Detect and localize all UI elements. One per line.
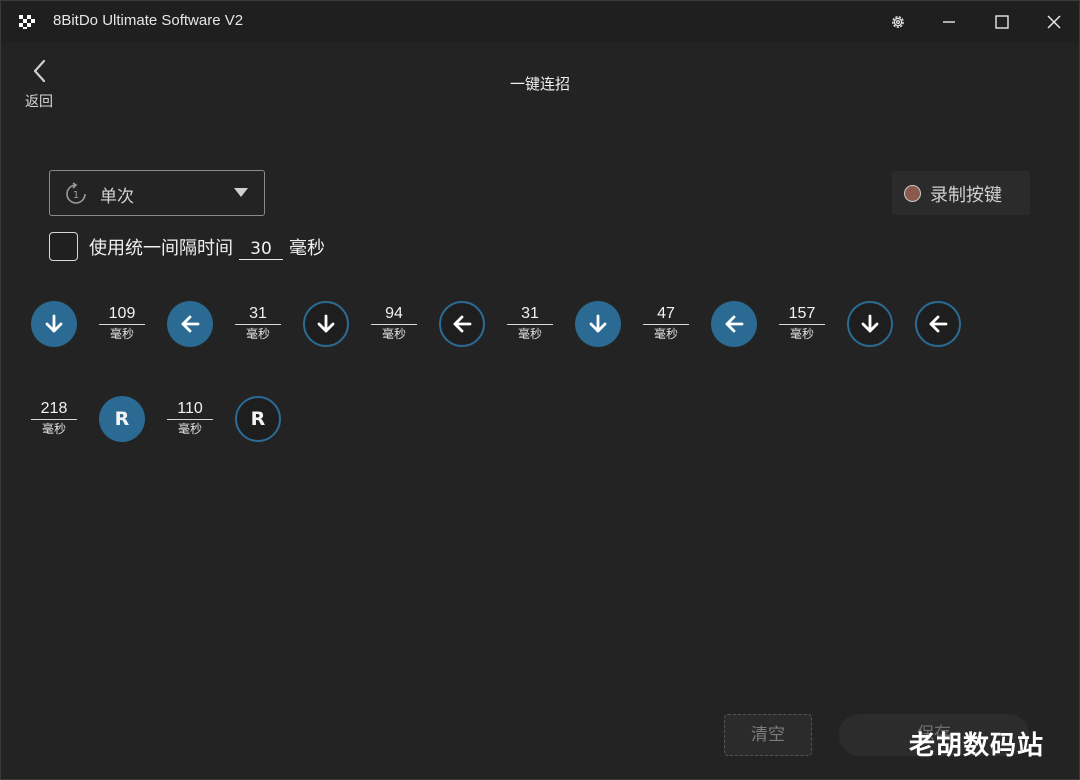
- svg-text:1: 1: [73, 190, 79, 201]
- arrow-left-icon: [167, 301, 213, 347]
- mode-dropdown[interactable]: 1 单次: [49, 170, 265, 216]
- record-label: 录制按键: [930, 185, 1002, 206]
- app-title: 8BitDo Ultimate Software V2: [53, 12, 244, 29]
- arrow-down-icon: [303, 301, 349, 347]
- delay-ms-unit: 毫秒: [245, 327, 270, 341]
- delay-ms-number: 47: [643, 305, 689, 325]
- delay-ms-unit: 毫秒: [517, 327, 542, 341]
- combo-step-delay[interactable]: 218 毫秒: [31, 400, 77, 437]
- settings-button[interactable]: [875, 7, 921, 37]
- delay-value: 47 毫秒: [643, 305, 689, 342]
- delay-ms-number: 31: [507, 305, 553, 325]
- combo-step-delay[interactable]: 47 毫秒: [643, 305, 689, 342]
- maximize-icon: [995, 15, 1009, 29]
- delay-ms-number: 157: [779, 305, 825, 325]
- button-letter: R: [250, 408, 266, 430]
- combo-step-button[interactable]: [575, 301, 621, 347]
- delay-value: 110 毫秒: [167, 400, 213, 437]
- mode-value: 单次: [100, 187, 134, 207]
- combo-step-button[interactable]: [303, 301, 349, 347]
- arrow-left-icon: [915, 301, 961, 347]
- delay-ms-number: 94: [371, 305, 417, 325]
- combo-step-delay[interactable]: 94 毫秒: [371, 305, 417, 342]
- watermark: 老胡数码站: [909, 731, 1045, 761]
- delay-ms-number: 109: [99, 305, 145, 325]
- combo-step-delay[interactable]: 109 毫秒: [99, 305, 145, 342]
- button-letter: R: [114, 408, 130, 430]
- delay-value: 31 毫秒: [235, 305, 281, 342]
- repeat-once-icon: 1: [66, 182, 86, 204]
- delay-ms-number: 218: [31, 400, 77, 420]
- delay-ms-unit: 毫秒: [381, 327, 406, 341]
- record-dot-icon: [904, 185, 921, 202]
- combo-step-button[interactable]: R: [235, 396, 281, 442]
- delay-value: 31 毫秒: [507, 305, 553, 342]
- close-button[interactable]: [1031, 7, 1077, 37]
- delay-ms-unit: 毫秒: [177, 422, 202, 436]
- delay-ms-unit: 毫秒: [41, 422, 66, 436]
- combo-step-delay[interactable]: 110 毫秒: [167, 400, 213, 437]
- combo-step-button[interactable]: [711, 301, 757, 347]
- uniform-interval-row: 使用统一间隔时间 30 毫秒: [89, 234, 325, 260]
- combo-step-delay[interactable]: 31 毫秒: [235, 305, 281, 342]
- arrow-down-icon: [31, 301, 77, 347]
- delay-ms-number: 110: [167, 400, 213, 420]
- combo-step-delay[interactable]: 157 毫秒: [779, 305, 825, 342]
- combo-step-button[interactable]: [915, 301, 961, 347]
- combo-step-button[interactable]: [439, 301, 485, 347]
- delay-ms-unit: 毫秒: [653, 327, 678, 341]
- combo-step-button[interactable]: [31, 301, 77, 347]
- 8bitdo-logo-icon: [19, 15, 35, 29]
- app-window: 8BitDo Ultimate Software V2 返回 一键连招 1 单次…: [0, 0, 1080, 780]
- delay-value: 218 毫秒: [31, 400, 77, 437]
- interval-unit: 毫秒: [289, 238, 325, 259]
- delay-ms-unit: 毫秒: [789, 327, 814, 341]
- combo-step-button[interactable]: R: [99, 396, 145, 442]
- arrow-left-icon: [439, 301, 485, 347]
- uniform-interval-label: 使用统一间隔时间: [89, 238, 233, 259]
- settings-gear-icon: [892, 16, 904, 28]
- minimize-icon: [943, 21, 955, 23]
- minimize-button[interactable]: [926, 7, 972, 37]
- delay-value: 157 毫秒: [779, 305, 825, 342]
- title-bar[interactable]: 8BitDo Ultimate Software V2: [1, 1, 1079, 43]
- maximize-button[interactable]: [979, 7, 1025, 37]
- arrow-left-icon: [711, 301, 757, 347]
- back-label: 返回: [25, 94, 53, 110]
- delay-ms-unit: 毫秒: [109, 327, 134, 341]
- uniform-interval-checkbox[interactable]: [49, 232, 78, 261]
- r-button-icon: R: [99, 396, 145, 442]
- interval-ms-input[interactable]: 30: [239, 239, 283, 260]
- clear-button[interactable]: 清空: [724, 714, 812, 756]
- arrow-down-icon: [847, 301, 893, 347]
- combo-step-button[interactable]: [847, 301, 893, 347]
- delay-value: 109 毫秒: [99, 305, 145, 342]
- delay-ms-number: 31: [235, 305, 281, 325]
- close-icon: [1047, 15, 1061, 29]
- combo-step-button[interactable]: [167, 301, 213, 347]
- r-button-icon: R: [235, 396, 281, 442]
- arrow-down-icon: [575, 301, 621, 347]
- delay-value: 94 毫秒: [371, 305, 417, 342]
- record-keys-button[interactable]: 录制按键: [892, 171, 1030, 215]
- triangle-down-icon: [234, 188, 248, 197]
- page-title: 一键连招: [509, 75, 570, 93]
- combo-step-delay[interactable]: 31 毫秒: [507, 305, 553, 342]
